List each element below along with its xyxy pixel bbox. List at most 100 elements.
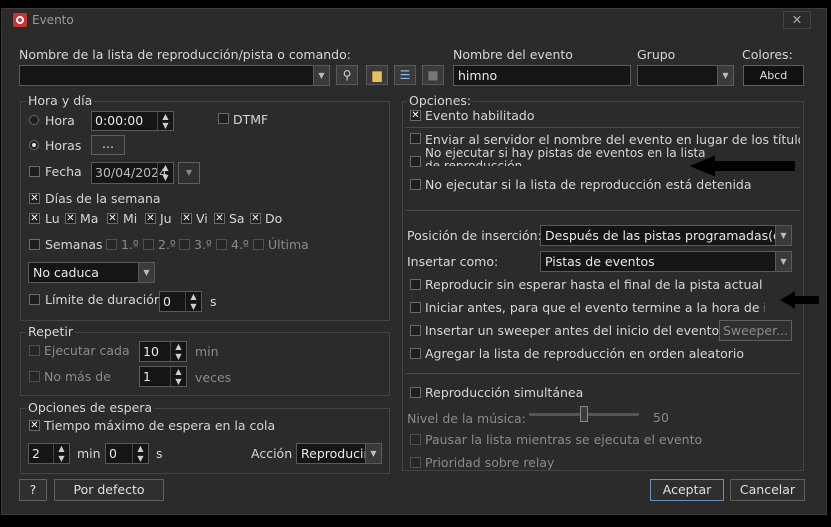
start-early-checkbox[interactable] (410, 302, 421, 313)
max-value: 1 (143, 369, 151, 384)
default-button[interactable]: Por defecto (54, 479, 164, 501)
duration-checkbox[interactable] (29, 294, 40, 305)
week-checkbox-4[interactable] (216, 239, 227, 250)
simul-checkbox[interactable] (410, 387, 421, 398)
wand-button[interactable]: ⚲ (336, 65, 358, 85)
every-value: 10 (143, 344, 159, 359)
sweeper-button[interactable]: Sweeper... (719, 320, 792, 341)
day-checkbox-lu[interactable]: ✕ (29, 213, 40, 224)
event-name-input[interactable]: himno (453, 65, 631, 86)
send-name-label: Enviar al servidor el nombre del evento … (425, 132, 800, 147)
wait-sec-spinner[interactable]: ▲ ▼ (132, 444, 148, 463)
every-input[interactable]: 10 ▲ ▼ (139, 341, 187, 362)
horas-label: Horas (45, 138, 82, 153)
close-button[interactable]: ✕ (783, 11, 811, 29)
command-button[interactable]: ■ (422, 65, 444, 85)
time-group-title: Hora y día (26, 93, 95, 108)
chevron-down-icon: ▼ (775, 226, 791, 245)
hora-spinner[interactable]: ▲ ▼ (157, 112, 173, 130)
enabled-checkbox[interactable]: ✕ (410, 110, 421, 121)
shuffle-checkbox[interactable] (410, 348, 421, 359)
play-now-checkbox[interactable] (410, 279, 421, 290)
sweeper-checkbox[interactable] (410, 325, 421, 336)
list-button[interactable]: ☰ (394, 65, 416, 85)
event-name-label: Nombre del evento (453, 47, 573, 62)
insert-pos-combo[interactable]: Después de las pistas programadas(co ▼ (540, 225, 792, 246)
options-divider (406, 127, 800, 128)
max-checkbox[interactable] (29, 371, 40, 382)
week-checkbox-last[interactable] (253, 239, 264, 250)
fecha-input[interactable]: 30/04/2024 ▲ ▼ (91, 162, 174, 184)
cancel-button[interactable]: Cancelar (730, 479, 805, 501)
week-checkbox-2[interactable] (143, 239, 154, 250)
week-checkbox-3[interactable] (179, 239, 190, 250)
horas-button[interactable]: ... (91, 135, 125, 155)
day-checkbox-mi[interactable]: ✕ (107, 213, 118, 224)
duration-input[interactable]: 0 ▲ ▼ (159, 291, 202, 312)
no-run-tracks-checkbox[interactable] (410, 156, 421, 167)
annotation-arrow-2 (780, 291, 819, 309)
week-checkbox-1[interactable] (106, 239, 117, 250)
wait-min-spinner[interactable]: ▲ ▼ (53, 444, 69, 463)
every-checkbox[interactable] (29, 345, 40, 356)
accept-button[interactable]: Aceptar (650, 479, 724, 501)
slider-thumb[interactable] (580, 406, 588, 422)
expiry-value: No caduca (33, 265, 99, 280)
title-bar: Evento ✕ (2, 9, 826, 31)
insert-pos-label: Posición de inserción: (407, 228, 542, 243)
max-wait-checkbox[interactable]: ✕ (29, 420, 40, 431)
day-checkbox-vi[interactable]: ✕ (181, 213, 192, 224)
group-combo[interactable]: ▼ (637, 65, 734, 86)
fecha-checkbox[interactable] (29, 166, 40, 177)
priority-checkbox[interactable] (410, 457, 421, 468)
duration-spinner[interactable]: ▲ ▼ (185, 292, 201, 311)
action-label: Acción (251, 446, 293, 461)
options-divider (406, 210, 800, 211)
priority-label: Prioridad sobre relay (425, 455, 555, 470)
no-run-stopped-checkbox[interactable] (410, 179, 421, 190)
week-label-4: 4.º (231, 237, 249, 252)
day-label-mi: Mi (123, 211, 138, 226)
hora-radio[interactable] (29, 115, 39, 125)
fecha-spinner[interactable]: ▲ ▼ (157, 163, 173, 183)
max-unit: veces (195, 370, 232, 385)
music-level-slider[interactable] (529, 405, 639, 423)
no-run-stopped-label: No ejecutar si la lista de reproducción … (425, 177, 752, 192)
dtmf-label: DTMF (233, 112, 269, 127)
wait-sec-input[interactable]: 0 ▲ ▼ (105, 443, 149, 464)
max-spinner[interactable]: ▲ ▼ (170, 367, 186, 386)
help-button[interactable]: ? (19, 479, 47, 501)
day-checkbox-ju[interactable]: ✕ (145, 213, 156, 224)
day-label-vi: Vi (196, 211, 208, 226)
insert-as-combo[interactable]: Pistas de eventos ▼ (540, 251, 792, 272)
max-input[interactable]: 1 ▲ ▼ (139, 366, 187, 387)
fecha-calendar-button[interactable]: ▼ (178, 162, 200, 184)
weekdays-checkbox[interactable]: ✕ (29, 193, 40, 204)
folder-button[interactable]: ▆ (366, 65, 388, 85)
semanas-checkbox[interactable] (29, 239, 40, 250)
chevron-down-icon: ▼ (185, 168, 193, 177)
send-name-checkbox[interactable] (410, 133, 421, 144)
repeat-group-title: Repetir (26, 324, 75, 339)
colors-button[interactable]: Abcd (743, 65, 804, 86)
playlist-combo[interactable]: ▼ (19, 65, 330, 86)
hora-input[interactable]: 0:00:00 ▲ ▼ (91, 111, 174, 131)
horas-radio[interactable] (29, 140, 39, 150)
wait-min-unit: min (77, 446, 101, 461)
wait-min-input[interactable]: 2 ▲ ▼ (28, 443, 70, 464)
week-label-last: Última (268, 237, 309, 252)
options-group-title: Opciones: (407, 93, 474, 108)
dtmf-checkbox[interactable] (218, 113, 229, 124)
pause-checkbox[interactable] (410, 434, 421, 445)
day-checkbox-ma[interactable]: ✕ (65, 213, 76, 224)
insert-pos-value: Después de las pistas programadas(co (545, 228, 788, 243)
music-level-value: 50 (653, 410, 669, 425)
every-spinner[interactable]: ▲ ▼ (170, 342, 186, 361)
shuffle-label: Agregar la lista de reproducción en orde… (425, 346, 745, 361)
expiry-combo[interactable]: No caduca ▼ (28, 262, 155, 283)
day-checkbox-sa[interactable]: ✕ (214, 213, 225, 224)
hora-label: Hora (45, 113, 75, 128)
day-checkbox-do[interactable]: ✕ (250, 213, 261, 224)
action-combo[interactable]: Reproducir ▼ (296, 443, 382, 464)
wait-sec-value: 0 (109, 446, 117, 461)
